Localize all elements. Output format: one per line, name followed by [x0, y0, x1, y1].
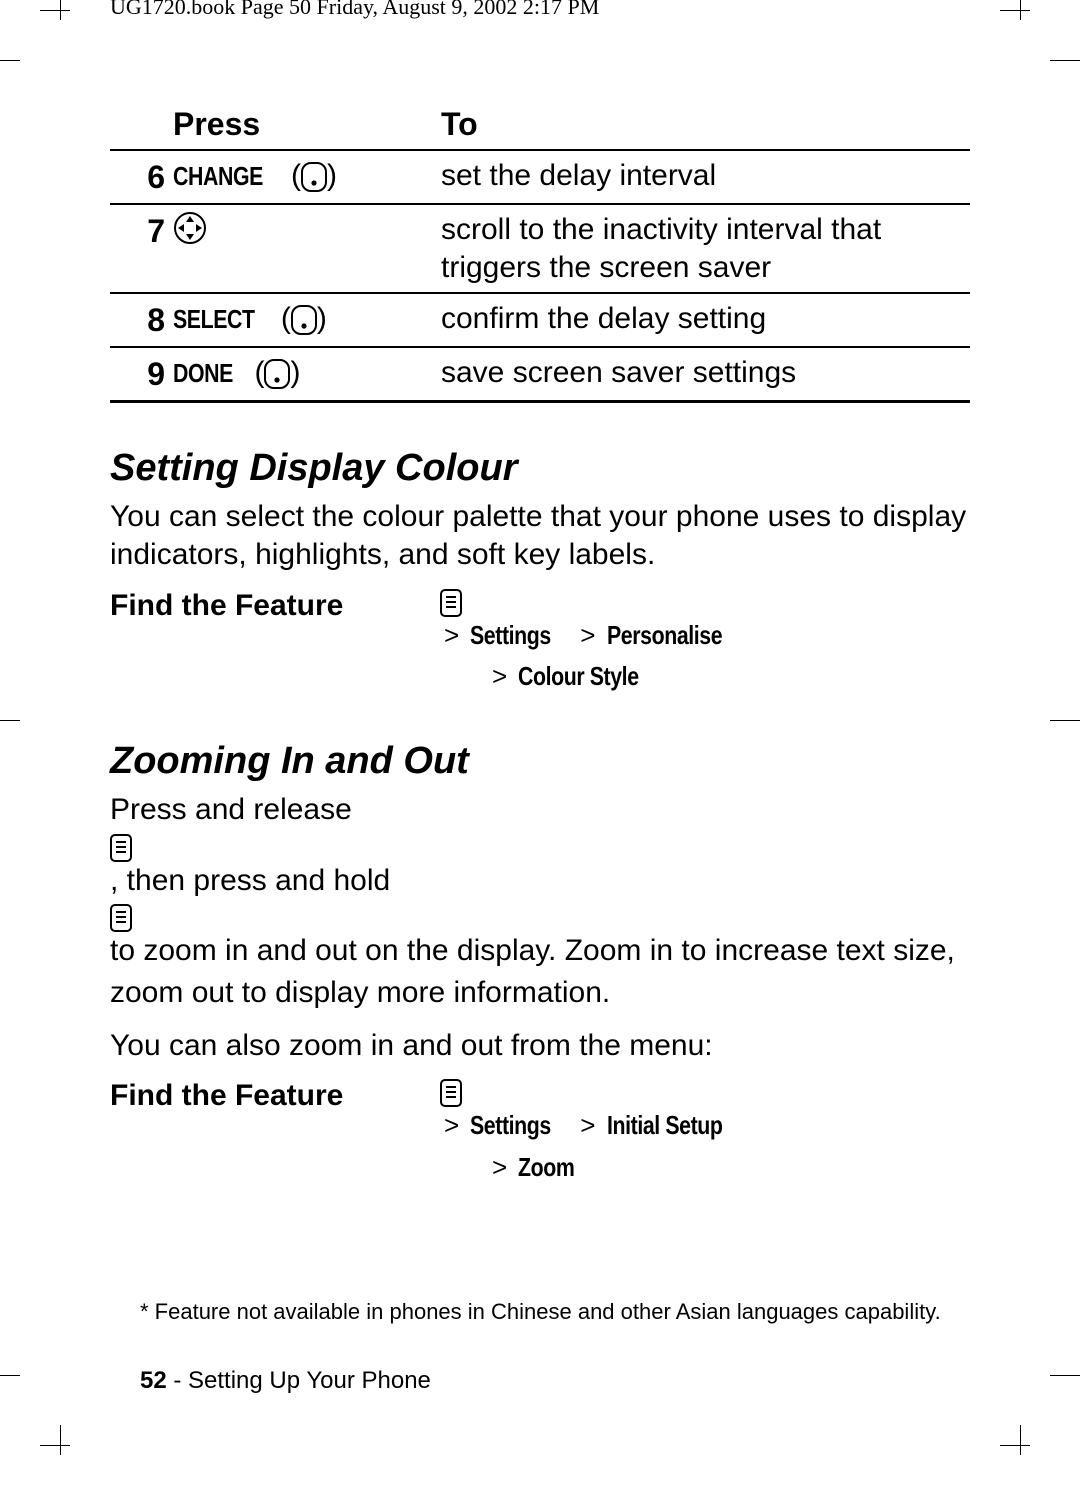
crop-mark-icon: [1000, 1425, 1040, 1465]
text-fragment: , then press and hold: [110, 864, 390, 897]
page-footer: 52 - Setting Up Your Phone: [140, 1367, 431, 1395]
header-press: Press: [173, 100, 441, 150]
command-label: CHANGE: [173, 160, 263, 193]
table-row: 8SELECT ()confirm the delay setting: [110, 293, 970, 347]
text-fragment: Press and release: [110, 793, 352, 826]
paren: ): [317, 302, 327, 335]
press-cell: CHANGE (): [173, 150, 441, 204]
menu-key-icon: [440, 1079, 748, 1107]
path-segment: Zoom: [518, 1149, 574, 1187]
paren: ): [327, 159, 337, 192]
feature-row-zoom: Find the Feature > Settings > Initial Se…: [110, 1079, 970, 1186]
to-cell: scroll to the inactivity interval that t…: [441, 204, 970, 293]
crop-mark-icon: [0, 700, 30, 740]
steps-table: Press To 6CHANGE ()set the delay interva…: [110, 100, 970, 403]
path-segment: Personalise: [607, 617, 722, 655]
crop-mark-icon: [1000, 0, 1040, 30]
gt-icon: >: [440, 1110, 463, 1140]
path-segment: Initial Setup: [607, 1107, 722, 1145]
feature-row-colour: Find the Feature > Settings > Personalis…: [110, 589, 970, 696]
footnote: * Feature not available in phones in Chi…: [140, 1299, 970, 1325]
press-cell: [173, 204, 441, 293]
gt-icon: >: [488, 661, 511, 691]
menu-key-icon: [110, 904, 970, 932]
table-row: 6CHANGE ()set the delay interval: [110, 150, 970, 204]
crop-mark-icon: [0, 40, 30, 80]
table-row: 7 scroll to the inactivity interval that …: [110, 204, 970, 293]
crop-mark-icon: [0, 1355, 30, 1395]
paren: ): [290, 356, 300, 389]
feature-label: Find the Feature: [110, 1079, 440, 1113]
crop-header-text: UG1720.book Page 50 Friday, August 9, 20…: [110, 0, 599, 20]
path-segment: Settings: [470, 617, 551, 655]
path-segment: Colour Style: [518, 658, 639, 696]
softkey-icon: [264, 359, 290, 389]
crop-mark-icon: [40, 1425, 80, 1465]
table-row: 9DONE ()save screen saver settings: [110, 347, 970, 402]
to-cell: save screen saver settings: [441, 347, 970, 402]
body-zoom-1: Press and release , then press and hold …: [110, 791, 970, 1013]
press-cell: DONE (): [173, 347, 441, 402]
nav-key-icon: [173, 211, 433, 245]
body-display-colour: You can select the colour palette that y…: [110, 498, 970, 575]
menu-key-icon: [440, 589, 747, 617]
footer-title: Setting Up Your Phone: [188, 1367, 431, 1394]
table-header-row: Press To: [110, 100, 970, 150]
gt-icon: >: [440, 620, 463, 650]
feature-path-colour: > Settings > Personalise > Colour Style: [440, 589, 747, 696]
paren: (: [254, 356, 264, 389]
menu-key-icon: [110, 834, 970, 862]
step-number: 7: [110, 204, 173, 293]
page-number: 52: [140, 1367, 167, 1394]
header-to: To: [441, 100, 970, 150]
gt-icon: >: [576, 620, 599, 650]
softkey-icon: [291, 305, 317, 335]
paren: (: [281, 302, 291, 335]
step-number: 6: [110, 150, 173, 204]
header-blank: [110, 100, 173, 150]
heading-display-colour: Setting Display Colour: [110, 447, 970, 490]
path-segment: Settings: [470, 1107, 551, 1145]
paren: (: [291, 159, 301, 192]
heading-zoom: Zooming In and Out: [110, 740, 970, 783]
crop-mark-icon: [1050, 40, 1080, 80]
body-zoom-2: You can also zoom in and out from the me…: [110, 1027, 970, 1065]
to-cell: confirm the delay setting: [441, 293, 970, 347]
footer-sep: -: [167, 1367, 188, 1394]
press-cell: SELECT (): [173, 293, 441, 347]
crop-mark-icon: [1050, 1355, 1080, 1395]
step-number: 8: [110, 293, 173, 347]
to-cell: set the delay interval: [441, 150, 970, 204]
page: UG1720.book Page 50 Friday, August 9, 20…: [0, 0, 1080, 1485]
gt-icon: >: [488, 1152, 511, 1182]
gt-icon: >: [576, 1110, 599, 1140]
feature-label: Find the Feature: [110, 589, 440, 623]
step-number: 9: [110, 347, 173, 402]
softkey-icon: [301, 162, 327, 192]
command-label: DONE: [173, 357, 233, 390]
text-fragment: to zoom in and out on the display. Zoom …: [110, 934, 955, 1009]
crop-mark-icon: [1050, 700, 1080, 740]
command-label: SELECT: [173, 303, 255, 336]
crop-mark-icon: [40, 0, 80, 30]
feature-path-zoom: > Settings > Initial Setup > Zoom: [440, 1079, 748, 1186]
